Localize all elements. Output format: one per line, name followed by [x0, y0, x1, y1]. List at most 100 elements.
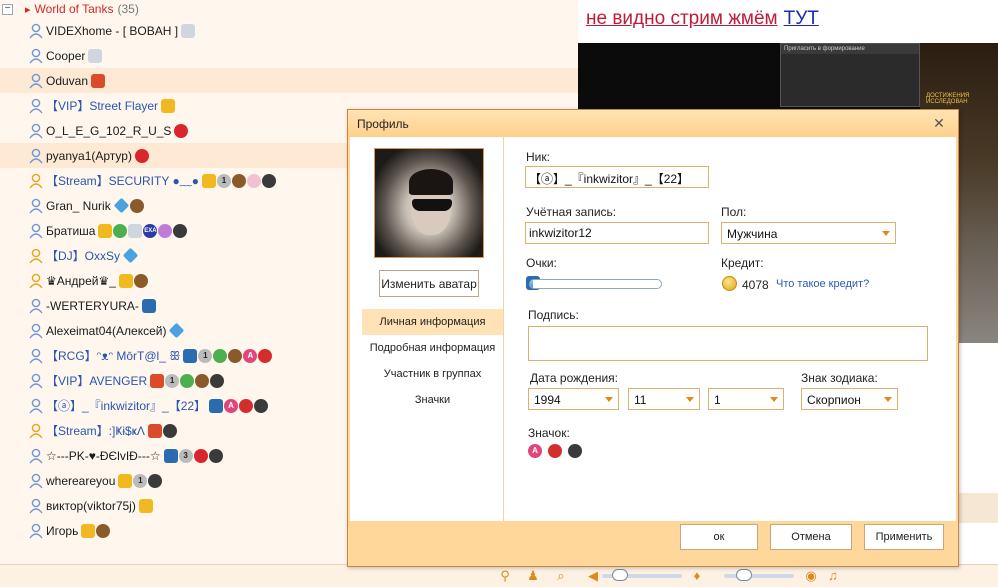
user-badges [118, 273, 148, 288]
user-nick[interactable]: Cooper [46, 49, 85, 63]
stream-link[interactable]: ТУТ [784, 8, 819, 29]
crown-badge-icon [98, 223, 113, 238]
user-nick[interactable]: Gran_ Nurik [46, 199, 111, 213]
apple-badge-icon [239, 398, 254, 413]
search-icon[interactable]: ⌕ [554, 569, 568, 583]
signature-field[interactable] [528, 326, 928, 361]
birth-day-select[interactable]: 1 [708, 388, 784, 410]
birth-year-select[interactable]: 1994 [528, 388, 619, 410]
apply-button[interactable]: Применить [864, 524, 944, 550]
account-field[interactable]: inkwizitor12 [525, 222, 709, 244]
tank-badge-icon [183, 348, 198, 363]
user-icon [29, 498, 43, 514]
tab-badges[interactable]: Значки [362, 387, 503, 413]
zodiac-select[interactable]: Скорпион [801, 388, 898, 410]
user-nick[interactable]: 【VIP】AVENGER [46, 372, 147, 389]
user-nick[interactable]: 【VIP】Street Flayer [46, 97, 158, 114]
star-badge-icon [113, 223, 128, 238]
crown-badge-icon [138, 498, 153, 513]
zodiac-value: Скорпион [807, 393, 861, 407]
room-header[interactable]: − ▸ World of Tanks (35) [0, 0, 578, 18]
birth-month-select[interactable]: 11 [628, 388, 700, 410]
user-nick[interactable]: pyanya1(Артур) [46, 149, 132, 163]
chevron-down-icon [605, 397, 613, 402]
change-avatar-button[interactable]: Изменить аватар [379, 270, 479, 297]
user-nick[interactable]: Alexeimat04(Алексей) [46, 324, 166, 338]
user-nick[interactable]: ♛Андрей♛_ [46, 274, 116, 288]
user-badges [88, 48, 103, 63]
mic-slider[interactable] [724, 574, 794, 578]
user-nick[interactable]: 【Stream】:]Ҝɨ$ҝΛ [46, 422, 145, 439]
user-nick[interactable]: VIDEXhome - [ BOBAH ] [46, 24, 178, 38]
user-nick[interactable]: 【RCG】ᵔᴥᵔ MōrT@l_ ꕥ [46, 347, 180, 364]
close-icon[interactable]: ✕ [932, 116, 946, 130]
ok-button[interactable]: ок [680, 524, 758, 550]
record-icon[interactable]: ◉ [804, 569, 818, 583]
user-icon[interactable]: ♟ [526, 569, 540, 583]
user-nick[interactable]: 【Stream】SECURITY ●﹏● [46, 172, 199, 189]
tab-groups[interactable]: Участник в группах [362, 361, 503, 387]
stream-notice-text[interactable]: не видно стрим жмём [586, 8, 778, 29]
user-nick[interactable]: Oduvan [46, 74, 88, 88]
user-badges [161, 98, 176, 113]
bomb-badge-icon [173, 223, 188, 238]
mic-knob[interactable] [736, 569, 752, 581]
user-nick[interactable]: 【DJ】OxxSy [46, 247, 120, 264]
user-badges [147, 423, 177, 438]
location-icon[interactable]: ⚲ [498, 569, 512, 583]
user-badges [91, 73, 106, 88]
flag-icon: ▸ [25, 3, 31, 16]
user-badges [113, 197, 144, 214]
user-icon [29, 198, 43, 214]
gift-badge-icon [147, 423, 162, 438]
bomb-badge-icon [208, 448, 223, 463]
user-nick[interactable]: -WERTERYURA- [46, 299, 139, 313]
stream-game-tab: ДОСТИЖЕНИЯ ИССЛЕДОВАН [926, 93, 970, 105]
cup-badge-icon [231, 173, 246, 188]
user-icon [29, 448, 43, 464]
user-badges: 1 [118, 473, 163, 488]
credit-help-link[interactable]: Что такое кредит? [776, 278, 869, 290]
collapse-toggle[interactable]: − [2, 3, 13, 15]
user-badges [138, 498, 153, 513]
music-icon[interactable]: ♫ [826, 569, 840, 583]
nick-field[interactable]: 【ⓐ】_『inkwizitor』_【22】 [525, 166, 709, 188]
user-nick[interactable]: виктор(viktor75j) [46, 499, 136, 513]
speaker-icon[interactable]: ◀ [586, 569, 600, 583]
stream-notice: не видно стрим жмём ТУТ [586, 8, 819, 30]
user-nick[interactable]: Братиша [46, 224, 95, 238]
user-row[interactable]: Oduvan [0, 68, 578, 93]
gender-select[interactable]: Мужчина [721, 222, 896, 244]
gear-badge-icon [128, 223, 143, 238]
user-nick[interactable]: whereareyou [46, 474, 115, 488]
dialog-titlebar[interactable]: Профиль ✕ [348, 110, 958, 137]
user-row[interactable]: VIDEXhome - [ BOBAH ] [0, 18, 578, 43]
points-progress-fill [530, 280, 533, 288]
num3-badge-icon: 3 [178, 448, 193, 463]
birth-day-value: 1 [714, 393, 721, 407]
tab-detailed-info[interactable]: Подробная информация [362, 335, 503, 361]
user-nick[interactable]: O_L_E_G_102_R_U_S [46, 124, 171, 138]
volume-knob[interactable] [612, 569, 628, 581]
avatar-hair [409, 169, 453, 195]
user-icon [29, 273, 43, 289]
user-badges [169, 322, 185, 339]
room-name[interactable]: World of Tanks [35, 2, 114, 16]
crown-badge-icon [118, 273, 133, 288]
user-icon [29, 73, 43, 89]
user-nick[interactable]: ☆---PK-♥-ÐЄlvIÐ---☆ [46, 449, 161, 463]
cup-badge-icon [129, 198, 144, 213]
signature-label: Подпись: [528, 308, 579, 322]
tab-personal-info[interactable]: Личная информация [362, 309, 503, 335]
chevron-down-icon [882, 231, 890, 236]
user-row[interactable]: Cooper [0, 43, 578, 68]
user-nick[interactable]: 【ⓐ】_『inkwizitor』_【22】 [46, 397, 206, 414]
user-icon [29, 248, 43, 264]
user-badges [122, 247, 139, 264]
bomb-badge-icon [162, 423, 177, 438]
stream-inner-title: Пригласить в формирование [781, 44, 919, 54]
mic-icon[interactable]: ♦ [690, 569, 704, 583]
birthday-label: Дата рождения: [530, 371, 618, 385]
cancel-button[interactable]: Отмена [770, 524, 852, 550]
user-nick[interactable]: Игорь [46, 524, 78, 538]
